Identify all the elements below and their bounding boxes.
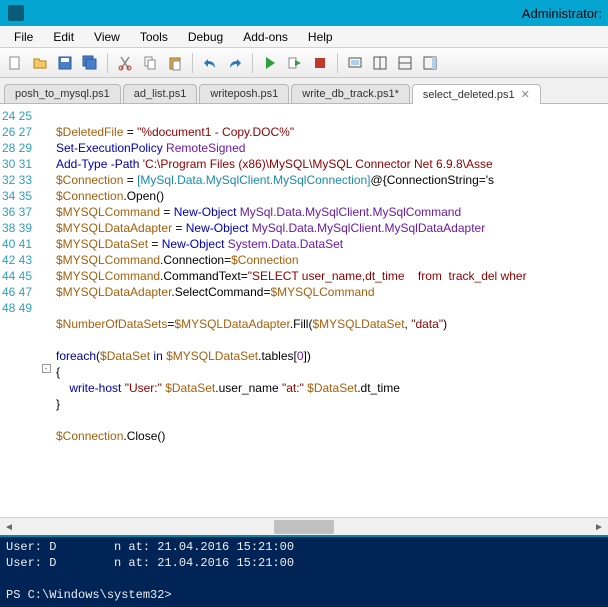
titlebar: Administrator: [0, 0, 608, 26]
separator [337, 53, 338, 73]
tab-writeposh[interactable]: writeposh.ps1 [199, 84, 289, 103]
redo-icon[interactable] [224, 52, 246, 74]
close-icon[interactable]: ✕ [521, 88, 530, 101]
tab-posh-to-mysql[interactable]: posh_to_mysql.ps1 [4, 84, 121, 103]
horizontal-scrollbar[interactable]: ◄ ► [0, 517, 608, 535]
panel-icon[interactable] [369, 52, 391, 74]
menu-tools[interactable]: Tools [130, 28, 178, 46]
stop-icon[interactable] [309, 52, 331, 74]
menu-help[interactable]: Help [298, 28, 343, 46]
scroll-left-icon[interactable]: ◄ [0, 518, 18, 536]
app-icon [8, 5, 24, 21]
tab-select-deleted[interactable]: select_deleted.ps1 ✕ [412, 84, 541, 104]
window-title: Administrator: [522, 6, 602, 21]
run-icon[interactable] [259, 52, 281, 74]
script-pane-icon[interactable] [394, 52, 416, 74]
tab-label: select_deleted.ps1 [423, 89, 515, 101]
tabbar: posh_to_mysql.ps1 ad_list.ps1 writeposh.… [0, 78, 608, 104]
tab-label: ad_list.ps1 [134, 88, 187, 100]
menubar: File Edit View Tools Debug Add-ons Help [0, 26, 608, 48]
separator [252, 53, 253, 73]
menu-addons[interactable]: Add-ons [233, 28, 298, 46]
copy-icon[interactable] [139, 52, 161, 74]
toolbar [0, 48, 608, 78]
run-selection-icon[interactable] [284, 52, 306, 74]
scroll-thumb[interactable] [274, 520, 334, 534]
separator [107, 53, 108, 73]
menu-view[interactable]: View [84, 28, 130, 46]
line-gutter: 24 25 26 27 28 29 30 31 32 33 34 35 36 3… [0, 104, 40, 517]
tab-label: write_db_track.ps1* [302, 88, 399, 100]
fold-column: - [40, 104, 52, 517]
scroll-right-icon[interactable]: ► [590, 518, 608, 536]
editor[interactable]: 24 25 26 27 28 29 30 31 32 33 34 35 36 3… [0, 104, 608, 517]
tab-ad-list[interactable]: ad_list.ps1 [123, 84, 198, 103]
menu-file[interactable]: File [4, 28, 43, 46]
tab-label: posh_to_mysql.ps1 [15, 88, 110, 100]
new-remote-icon[interactable] [344, 52, 366, 74]
cut-icon[interactable] [114, 52, 136, 74]
tab-write-db-track[interactable]: write_db_track.ps1* [291, 84, 410, 103]
save-icon[interactable] [54, 52, 76, 74]
console-pane[interactable]: User: D n at: 21.04.2016 15:21:00 User: … [0, 535, 608, 607]
open-icon[interactable] [29, 52, 51, 74]
new-icon[interactable] [4, 52, 26, 74]
tab-label: writeposh.ps1 [210, 88, 278, 100]
saveall-icon[interactable] [79, 52, 101, 74]
undo-icon[interactable] [199, 52, 221, 74]
paste-icon[interactable] [164, 52, 186, 74]
menu-debug[interactable]: Debug [178, 28, 233, 46]
command-addon-icon[interactable] [419, 52, 441, 74]
menu-edit[interactable]: Edit [43, 28, 84, 46]
separator [192, 53, 193, 73]
code-area[interactable]: $DeletedFile = "%document1 - Copy.DOC%" … [52, 104, 608, 517]
